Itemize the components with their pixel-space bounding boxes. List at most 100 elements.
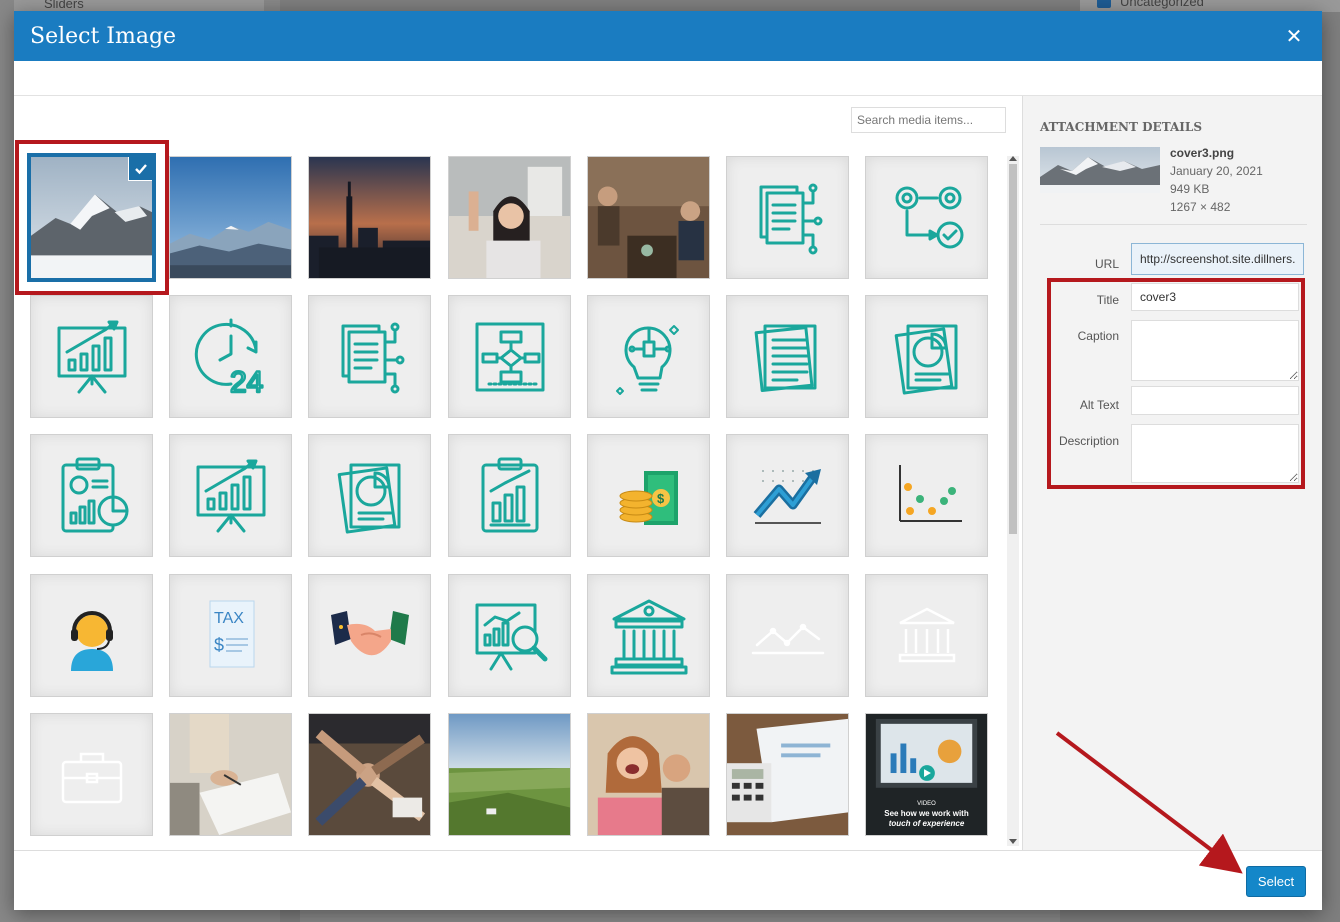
media-scrollbar[interactable] bbox=[1007, 156, 1019, 846]
scroll-down-icon[interactable] bbox=[1009, 839, 1017, 844]
media-item-lightbulb-circuit-icon[interactable] bbox=[587, 295, 710, 418]
media-item-handshake-icon[interactable] bbox=[308, 574, 431, 697]
media-item-video-thumbnail[interactable]: VIDEO See how we work with touch of experi… bbox=[865, 713, 988, 836]
document-flow-icon bbox=[341, 322, 404, 393]
city-sunset-image bbox=[309, 157, 430, 278]
media-item-calculator-paperwork[interactable] bbox=[726, 713, 849, 836]
scroll-thumb[interactable] bbox=[1009, 164, 1017, 534]
select-button[interactable]: Select bbox=[1246, 866, 1306, 897]
growth-chart-board-icon bbox=[196, 459, 265, 532]
video-caption-small: VIDEO bbox=[917, 801, 936, 807]
checkmark-icon[interactable] bbox=[128, 157, 152, 181]
signing-documents-image bbox=[170, 714, 291, 835]
media-item-analysis-board-icon[interactable] bbox=[448, 574, 571, 697]
media-item-document-flow-icon[interactable] bbox=[308, 295, 431, 418]
media-item-clipboard-bar-chart-icon[interactable] bbox=[448, 434, 571, 557]
clipboard-bar-chart-icon bbox=[481, 457, 538, 532]
media-item-flowchart-board-icon[interactable] bbox=[448, 295, 571, 418]
bank-building-icon bbox=[610, 599, 687, 674]
svg-text:$: $ bbox=[214, 635, 224, 655]
media-item-scatter-plot-icon[interactable] bbox=[865, 434, 988, 557]
background-category: Uncategorized bbox=[1120, 0, 1204, 9]
media-item-growth-chart-board-icon[interactable] bbox=[169, 434, 292, 557]
url-field[interactable] bbox=[1131, 243, 1304, 275]
bank-white-icon bbox=[898, 607, 955, 662]
document-flow-icon bbox=[759, 183, 822, 254]
media-item-clock-24-icon[interactable]: 24 bbox=[169, 295, 292, 418]
attachment-date: January 20, 2021 bbox=[1170, 164, 1263, 178]
pie-chart-documents-icon bbox=[337, 463, 400, 534]
title-field[interactable] bbox=[1131, 283, 1299, 311]
attachment-filename: cover3.png bbox=[1170, 146, 1235, 160]
media-item-trend-arrow-icon[interactable] bbox=[726, 434, 849, 557]
media-item-pie-chart-documents-icon[interactable] bbox=[865, 295, 988, 418]
flowchart-board-icon bbox=[475, 322, 544, 391]
media-item-briefcase-white-icon[interactable] bbox=[30, 713, 153, 836]
attachment-details-heading: Attachment Details bbox=[1040, 120, 1202, 134]
title-label: Title bbox=[1096, 293, 1119, 307]
search-input[interactable] bbox=[851, 107, 1006, 133]
blue-mountains-image bbox=[170, 157, 291, 278]
media-item-woman-raising-hand[interactable] bbox=[448, 156, 571, 279]
woman-raising-hand-image bbox=[449, 157, 570, 278]
video-caption: VIDEO See how we work with touch of experi… bbox=[866, 799, 987, 829]
media-item-city-sunset[interactable] bbox=[308, 156, 431, 279]
briefcase-white-icon bbox=[61, 752, 122, 803]
team-fist-bump-image bbox=[309, 714, 430, 835]
tax-document-icon: TAX $ bbox=[209, 600, 254, 667]
lightbulb-circuit-icon bbox=[615, 324, 679, 395]
media-item-green-farmland[interactable] bbox=[448, 713, 571, 836]
description-label: Description bbox=[1058, 434, 1119, 448]
svg-text:TAX: TAX bbox=[214, 610, 244, 627]
svg-text:$: $ bbox=[657, 491, 665, 506]
media-item-bank-white-icon[interactable] bbox=[865, 574, 988, 697]
media-item-blue-mountains[interactable] bbox=[169, 156, 292, 279]
media-item-pie-chart-documents-icon[interactable] bbox=[308, 434, 431, 557]
attachment-info: cover3.png January 20, 2021 949 KB 1267 … bbox=[1170, 144, 1263, 216]
details-divider bbox=[1040, 224, 1307, 225]
attachment-dimensions: 1267 × 482 bbox=[1170, 200, 1231, 214]
media-item-documents-stack-icon[interactable] bbox=[726, 295, 849, 418]
media-item-signing-documents[interactable] bbox=[169, 713, 292, 836]
modal-title: Select Image bbox=[30, 23, 177, 49]
close-icon[interactable]: ✕ bbox=[1282, 24, 1306, 49]
people-in-cafe-image bbox=[588, 157, 709, 278]
analysis-board-icon bbox=[475, 603, 547, 670]
media-item-team-fist-bump[interactable] bbox=[308, 713, 431, 836]
attachment-size: 949 KB bbox=[1170, 182, 1210, 196]
media-item-happy-couple[interactable] bbox=[587, 713, 710, 836]
attachment-thumbnail bbox=[1040, 147, 1160, 193]
alt-text-field[interactable] bbox=[1131, 386, 1299, 415]
green-farmland-image bbox=[449, 714, 570, 835]
media-item-document-flow-icon[interactable] bbox=[726, 156, 849, 279]
media-item-people-in-cafe[interactable] bbox=[587, 156, 710, 279]
media-item-growth-chart-board-icon[interactable] bbox=[30, 295, 153, 418]
description-field[interactable] bbox=[1131, 424, 1299, 483]
media-item-support-agent-icon[interactable] bbox=[30, 574, 153, 697]
background-checkbox bbox=[1097, 0, 1111, 8]
coins-money-icon: $ bbox=[619, 470, 678, 525]
caption-field[interactable] bbox=[1131, 320, 1299, 381]
media-item-cover3-mountain[interactable] bbox=[27, 153, 156, 282]
scroll-up-icon[interactable] bbox=[1009, 156, 1017, 161]
happy-couple-image bbox=[588, 714, 709, 835]
clipboard-report-icon bbox=[61, 457, 128, 532]
clock-24-icon: 24 bbox=[194, 318, 264, 400]
alt-text-label: Alt Text bbox=[1079, 398, 1119, 412]
growth-chart-board-icon bbox=[57, 320, 126, 393]
media-item-gears-flow-icon[interactable] bbox=[865, 156, 988, 279]
media-item-bank-building-icon[interactable] bbox=[587, 574, 710, 697]
modal-header: Select Image ✕ bbox=[14, 11, 1322, 61]
media-item-coins-money-icon[interactable]: $ bbox=[587, 434, 710, 557]
media-item-line-graph-white-icon[interactable] bbox=[726, 574, 849, 697]
media-item-tax-document-icon[interactable]: TAX $ bbox=[169, 574, 292, 697]
calculator-paperwork-image bbox=[727, 714, 848, 835]
gears-flow-icon bbox=[895, 186, 963, 248]
media-toolbar bbox=[14, 61, 1322, 96]
media-item-clipboard-report-icon[interactable] bbox=[30, 434, 153, 557]
caption-label: Caption bbox=[1077, 329, 1119, 343]
video-caption-line2: touch of experience bbox=[888, 819, 965, 828]
handshake-icon bbox=[330, 610, 409, 655]
select-image-modal: Select Image ✕ 24 $ TAX $ VIDEO See how we wo… bbox=[14, 11, 1322, 910]
url-label: URL bbox=[1094, 257, 1119, 271]
